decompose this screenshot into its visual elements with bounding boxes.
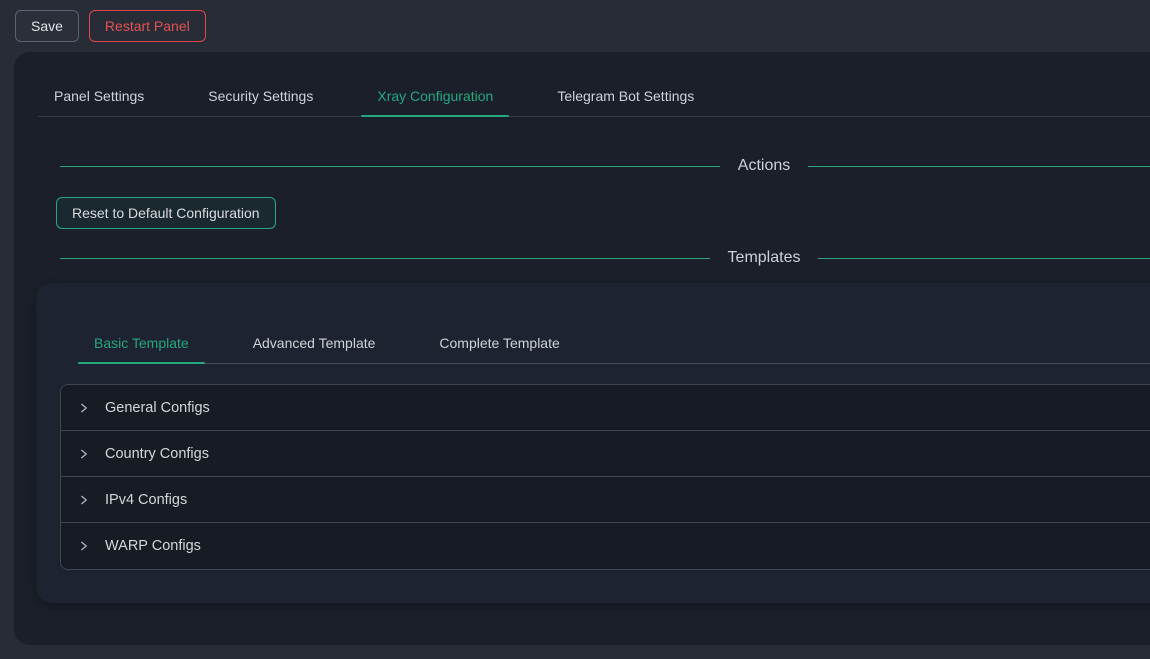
accordion-row-general-configs[interactable]: General Configs (61, 385, 1150, 431)
restart-panel-button[interactable]: Restart Panel (89, 10, 206, 42)
chevron-right-icon (78, 494, 90, 506)
save-button[interactable]: Save (15, 10, 79, 42)
config-accordion: General Configs Country Configs IPv4 Con… (60, 384, 1150, 570)
accordion-row-label: WARP Configs (105, 538, 201, 554)
settings-card: Panel Settings Security Settings Xray Co… (14, 52, 1150, 645)
actions-divider: Actions (60, 157, 1150, 175)
tab-advanced-template[interactable]: Advanced Template (237, 323, 392, 363)
tab-panel-settings[interactable]: Panel Settings (38, 76, 160, 116)
accordion-row-country-configs[interactable]: Country Configs (61, 431, 1150, 477)
accordion-row-warp-configs[interactable]: WARP Configs (61, 523, 1150, 569)
tab-telegram-bot-settings[interactable]: Telegram Bot Settings (541, 76, 710, 116)
top-action-bar: Save Restart Panel (0, 0, 1150, 52)
tab-basic-template[interactable]: Basic Template (78, 323, 205, 363)
templates-divider-title: Templates (710, 249, 819, 267)
tab-complete-template[interactable]: Complete Template (423, 323, 575, 363)
chevron-right-icon (78, 402, 90, 414)
reset-to-default-button[interactable]: Reset to Default Configuration (56, 197, 276, 229)
templates-divider: Templates (60, 249, 1150, 267)
accordion-row-ipv4-configs[interactable]: IPv4 Configs (61, 477, 1150, 523)
tab-xray-configuration[interactable]: Xray Configuration (361, 76, 509, 116)
tab-security-settings[interactable]: Security Settings (192, 76, 329, 116)
settings-tabbar: Panel Settings Security Settings Xray Co… (38, 76, 1150, 117)
accordion-row-label: General Configs (105, 400, 210, 416)
chevron-right-icon (78, 540, 90, 552)
accordion-row-label: IPv4 Configs (105, 492, 187, 508)
chevron-right-icon (78, 448, 90, 460)
accordion-row-label: Country Configs (105, 446, 209, 462)
templates-card: Basic Template Advanced Template Complet… (36, 283, 1150, 603)
template-tabbar: Basic Template Advanced Template Complet… (78, 323, 1150, 364)
actions-divider-title: Actions (720, 157, 808, 175)
